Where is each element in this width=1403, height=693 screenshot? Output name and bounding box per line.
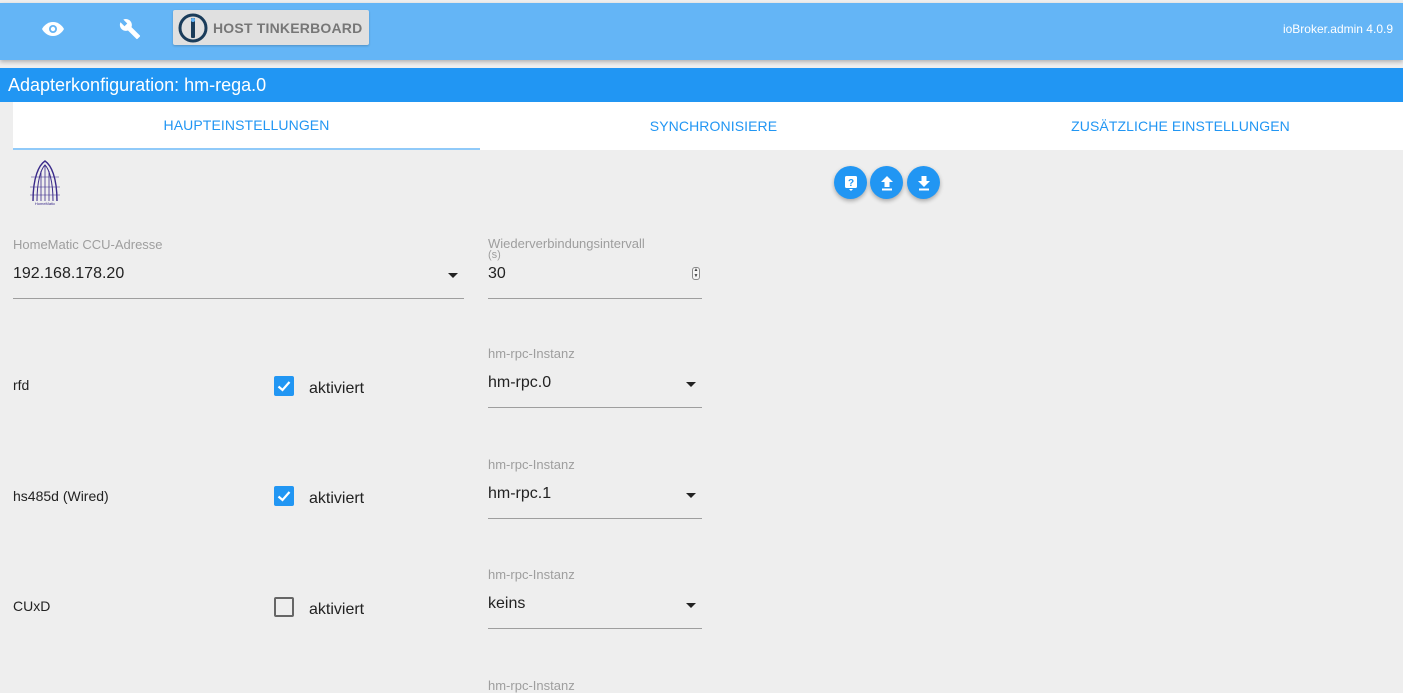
row-label-cuxd: CUxD — [13, 598, 51, 614]
rfd-instance-select[interactable]: hm-rpc.0 — [488, 367, 702, 408]
chevron-down-icon — [686, 493, 696, 498]
ccu-address-select[interactable]: 192.168.178.20 — [13, 258, 464, 299]
page-title: Adapterkonfiguration: hm-rega.0 — [0, 68, 1403, 102]
row-label-hs485d: hs485d (Wired) — [13, 488, 109, 504]
row-label-rfd: rfd — [13, 377, 30, 393]
chevron-down-icon — [686, 382, 696, 387]
rfd-checkbox[interactable] — [274, 376, 294, 396]
svg-text:?: ? — [847, 178, 853, 189]
cuxd-checkbox[interactable] — [274, 597, 294, 617]
hs485d-instance-select[interactable]: hm-rpc.1 — [488, 478, 702, 519]
reconnect-label-line1: Wiederverbindungsintervall — [488, 236, 645, 251]
download-icon — [917, 175, 930, 190]
help-icon: ? — [844, 175, 857, 191]
download-button[interactable] — [907, 166, 940, 199]
next-instance-label: hm-rpc-Instanz — [488, 678, 575, 693]
ccu-address-label: HomeMatic CCU-Adresse — [13, 237, 163, 252]
upload-icon — [880, 175, 893, 190]
hs485d-checkbox-label: aktiviert — [309, 490, 365, 507]
hs485d-instance-value: hm-rpc.1 — [488, 485, 552, 502]
iobroker-logo-icon — [178, 13, 208, 42]
tab-bar: HAUPTEINSTELLUNGEN SYNCHRONISIERE ZUSÄTZ… — [13, 102, 1403, 150]
reconnect-interval-value: 30 — [488, 265, 506, 282]
check-icon — [277, 381, 291, 392]
upload-button[interactable] — [870, 166, 903, 199]
host-label: HOST TINKERBOARD — [213, 19, 363, 36]
wrench-icon[interactable] — [108, 3, 152, 55]
ccu-address-value: 192.168.178.20 — [13, 265, 125, 282]
tab-haupteinstellungen[interactable]: HAUPTEINSTELLUNGEN — [13, 102, 480, 150]
reconnect-interval-label: Wiederverbindungsintervall (s) — [488, 236, 645, 261]
version-label: ioBroker.admin 4.0.9 — [1282, 22, 1393, 36]
eye-icon[interactable] — [31, 3, 75, 55]
chevron-down-icon — [686, 603, 696, 608]
homematic-logo: HomeMatic — [30, 160, 60, 206]
number-spinner[interactable]: ▲ ▼ — [692, 267, 700, 280]
cuxd-instance-value: keins — [488, 595, 526, 612]
svg-text:HomeMatic: HomeMatic — [35, 201, 55, 206]
help-button[interactable]: ? — [834, 166, 867, 199]
chevron-down-icon — [448, 273, 458, 278]
hs485d-instance-label: hm-rpc-Instanz — [488, 457, 575, 472]
rfd-instance-label: hm-rpc-Instanz — [488, 346, 575, 361]
rfd-checkbox-label: aktiviert — [309, 380, 365, 397]
cuxd-instance-label: hm-rpc-Instanz — [488, 567, 575, 582]
check-icon — [277, 491, 291, 502]
reconnect-interval-input[interactable]: 30 ▲ ▼ — [488, 258, 702, 299]
host-button[interactable]: HOST TINKERBOARD — [173, 10, 369, 45]
tab-zusaetzliche-einstellungen[interactable]: ZUSÄTZLICHE EINSTELLUNGEN — [947, 102, 1403, 150]
cuxd-instance-select[interactable]: keins — [488, 588, 702, 629]
cuxd-checkbox-label: aktiviert — [309, 601, 365, 618]
rfd-instance-value: hm-rpc.0 — [488, 374, 552, 391]
spinner-down-icon[interactable]: ▼ — [694, 273, 699, 279]
top-app-bar: HOST TINKERBOARD ioBroker.admin 4.0.9 — [0, 3, 1403, 60]
tab-synchronisiere[interactable]: SYNCHRONISIERE — [480, 102, 947, 150]
hs485d-checkbox[interactable] — [274, 486, 294, 506]
